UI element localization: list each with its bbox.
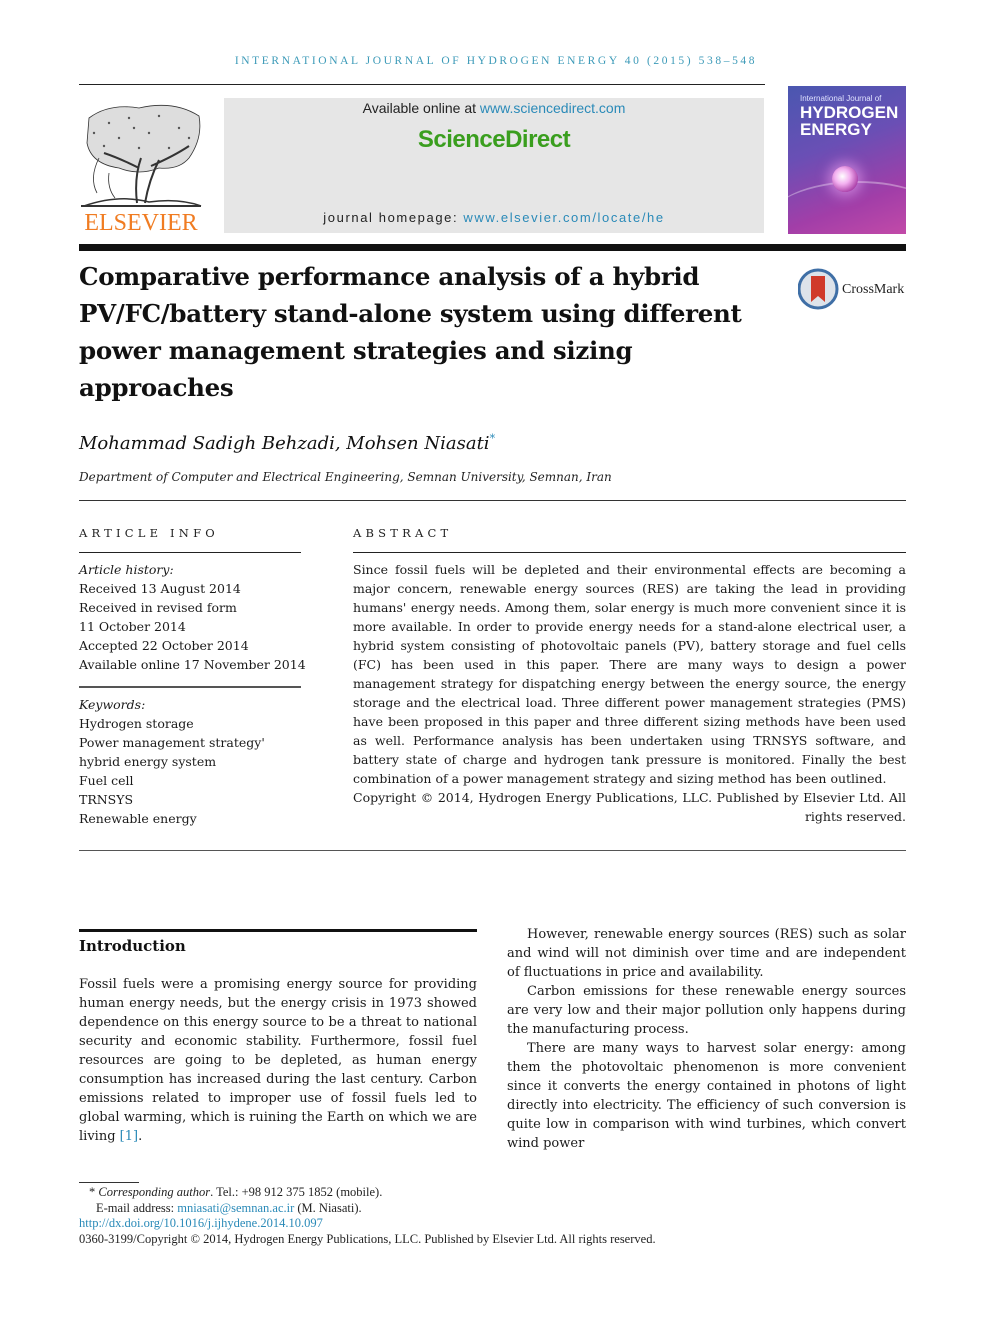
article-info-rule — [79, 552, 301, 553]
keyword-item: Fuel cell — [79, 773, 134, 788]
available-online-label: Available online at — [362, 100, 480, 116]
affiliation-divider — [79, 500, 906, 501]
footnotes: * Corresponding author. Tel.: +98 912 37… — [79, 1185, 899, 1247]
header-divider — [79, 244, 906, 251]
abstract-body: Since fossil fuels will be depleted and … — [353, 560, 906, 826]
sciencedirect-logo[interactable]: ScienceDirect — [224, 126, 764, 154]
journal-homepage: journal homepage: www.elsevier.com/locat… — [224, 210, 764, 225]
email-note: E-mail address: mniasati@semnan.ac.ir (M… — [79, 1201, 899, 1217]
cover-orb — [832, 166, 858, 192]
author-list: Mohammad Sadigh Behzadi, Mohsen Niasati* — [79, 432, 495, 454]
history-item: Accepted 22 October 2014 — [79, 638, 249, 653]
journal-homepage-label: journal homepage: — [323, 210, 464, 225]
abstract-copyright: Copyright © 2014, Hydrogen Energy Public… — [353, 790, 906, 824]
email-suffix: (M. Niasati). — [294, 1200, 362, 1215]
keyword-item: Power management strategy' hybrid energy… — [79, 735, 265, 769]
cover-subtitle: International Journal of — [800, 94, 882, 103]
doi-link[interactable]: http://dx.doi.org/10.1016/j.ijhydene.201… — [79, 1216, 899, 1232]
keyword-item: TRNSYS — [79, 792, 134, 807]
phone: . Tel.: +98 912 375 1852 (mobile). — [210, 1185, 383, 1199]
front-matter-divider — [79, 850, 906, 851]
keywords: Keywords: Hydrogen storage Power managem… — [79, 695, 309, 828]
email-label: E-mail address: — [96, 1200, 178, 1215]
authors-names: Mohammad Sadigh Behzadi, Mohsen Niasati — [79, 433, 490, 454]
history-item: 11 October 2014 — [79, 619, 186, 634]
paragraph-text: Fossil fuels were a promising energy sou… — [79, 977, 477, 1144]
history-item: Received 13 August 2014 — [79, 581, 241, 596]
email-link[interactable]: mniasati@semnan.ac.ir — [177, 1201, 294, 1215]
footnote-mark: * — [89, 1185, 96, 1199]
footnote-rule — [79, 1182, 139, 1183]
keywords-rule — [79, 686, 301, 688]
keyword-item: Hydrogen storage — [79, 716, 194, 731]
abstract-rule — [353, 552, 906, 553]
body-column-right: However, renewable energy sources (RES) … — [507, 925, 906, 1153]
crossmark-label[interactable]: CrossMark — [842, 282, 904, 298]
article-history-label: Article history: — [79, 562, 174, 577]
article-title: Comparative performance analysis of a hy… — [79, 262, 742, 402]
cover-title-line2: ENERGY — [800, 120, 872, 139]
running-head: INTERNATIONAL JOURNAL OF HYDROGEN ENERGY… — [234, 55, 758, 67]
keyword-item: Renewable energy — [79, 811, 197, 826]
body-column-left: Fossil fuels were a promising energy sou… — [79, 975, 477, 1146]
section-heading-introduction: Introduction — [79, 937, 186, 955]
body-paragraph: Carbon emissions for these renewable ene… — [507, 984, 906, 1037]
abstract-heading: ABSTRACT — [353, 526, 453, 540]
keywords-label: Keywords: — [79, 697, 146, 712]
issn-copyright: 0360-3199/Copyright © 2014, Hydrogen Ene… — [79, 1231, 656, 1246]
elsevier-wordmark: ELSEVIER — [84, 210, 198, 236]
article-info-heading: ARTICLE INFO — [79, 526, 219, 540]
affiliation: Department of Computer and Electrical En… — [79, 470, 612, 484]
corresponding-author-note: * Corresponding author. Tel.: +98 912 37… — [79, 1185, 899, 1201]
abstract-text: Since fossil fuels will be depleted and … — [353, 562, 906, 786]
article-history: Article history: Received 13 August 2014… — [79, 560, 309, 674]
corresponding-author-mark[interactable]: * — [490, 432, 496, 445]
available-online: Available online at www.sciencedirect.co… — [224, 100, 764, 116]
body-paragraph: There are many ways to harvest solar ene… — [507, 1041, 906, 1151]
body-paragraph: Fossil fuels were a promising energy sou… — [79, 977, 477, 1144]
top-rule — [79, 84, 765, 85]
section-rule — [79, 929, 477, 932]
history-item: Available online 17 November 2014 — [79, 657, 306, 672]
sciencedirect-link[interactable]: www.sciencedirect.com — [480, 100, 626, 116]
journal-homepage-link[interactable]: www.elsevier.com/locate/he — [463, 210, 664, 225]
cover-title: HYDROGEN ENERGY — [800, 104, 898, 138]
citation-link[interactable]: [1] — [120, 1129, 138, 1144]
history-item: Received in revised form — [79, 600, 237, 615]
journal-cover-image: International Journal of HYDROGEN ENERGY — [788, 86, 906, 234]
corresponding-label: Corresponding author — [98, 1185, 211, 1199]
body-paragraph: However, renewable energy sources (RES) … — [507, 927, 906, 980]
